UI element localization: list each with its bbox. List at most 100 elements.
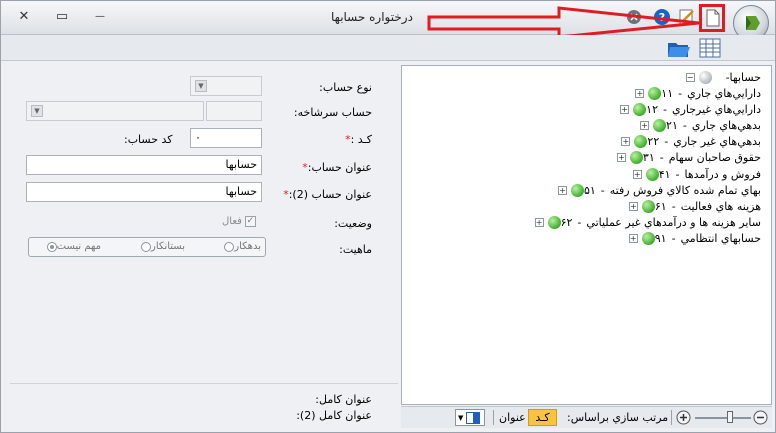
tree-item-separator: - (577, 216, 582, 230)
checkmark-icon: ✓ (244, 216, 256, 227)
expand-icon[interactable]: + (628, 201, 638, 211)
grid-view-icon[interactable] (699, 38, 721, 58)
accounts-tree: − - حسابها +۱۱- دارايي‌هاي جاري +۱۲- دارايي… (401, 65, 772, 405)
tree-item[interactable]: +۴۱- فروش و درآمدها (630, 166, 761, 182)
tree-item-code: ۶۲ (560, 216, 573, 230)
tree-toolbar (1, 35, 775, 61)
account-type-label: نوع حساب: (319, 81, 372, 94)
tree-item-separator: - (678, 86, 683, 100)
maximize-button[interactable]: ▭ (53, 9, 71, 25)
title-label-text: عنوان حساب: (307, 161, 372, 174)
account-node-icon (648, 86, 662, 100)
account-type-select[interactable]: ▼ (190, 76, 262, 96)
code-input[interactable]: ۰ (190, 128, 262, 148)
annotation-arrow (427, 6, 700, 39)
expand-icon[interactable]: + (557, 185, 567, 195)
expand-icon[interactable]: + (621, 137, 631, 147)
tree-item-label: حقوق صاحبان سهام (668, 151, 761, 165)
tree-root-label: حسابها (729, 70, 761, 84)
tree-root-prefix: - (725, 70, 730, 84)
account-title2-input[interactable]: حسابها (26, 182, 262, 202)
radio-circle (224, 241, 235, 252)
tree-item-separator: - (662, 102, 667, 116)
divider (10, 383, 398, 384)
account-node-icon (570, 183, 584, 197)
tree-item[interactable]: +۱۲- دارايي‌هاي غيرجاري (617, 101, 761, 117)
radio-circle (141, 241, 152, 252)
parent-account-code[interactable] (206, 101, 262, 121)
divider (493, 410, 494, 425)
expand-icon[interactable]: + (635, 88, 645, 98)
window-title: درختواره حسابها (331, 10, 413, 24)
tree-item[interactable]: +۳۱- حقوق صاحبان سهام (614, 150, 761, 166)
account-node-icon (629, 151, 643, 165)
tree-item-label: هزينه هاي فعاليت (680, 199, 761, 213)
zoom-in-icon[interactable] (676, 410, 691, 425)
parent-account-label: حساب سرشاخه: (293, 106, 372, 119)
tree-item-code: ۳۱ (642, 151, 655, 165)
tree-item[interactable]: +۱۱- دارايي‌هاي جاري (632, 85, 761, 101)
account-node-icon (641, 199, 655, 213)
account-title-input[interactable]: حسابها (26, 155, 262, 175)
tree-item-separator: - (675, 167, 680, 181)
radio-credit[interactable]: بستانکار (139, 241, 185, 252)
sort-by-code-button[interactable]: کـد (528, 409, 557, 426)
radio-debit[interactable]: بدهکار (222, 241, 261, 252)
divider (671, 410, 672, 425)
expand-icon[interactable]: + (632, 169, 642, 179)
zoom-slider-track[interactable] (695, 417, 751, 419)
tree-item-label: بدهي‌هاي جاري (691, 118, 761, 132)
tree-item-separator: - (671, 199, 676, 213)
folder-icon[interactable] (666, 37, 692, 59)
zoom-slider-thumb[interactable] (727, 411, 733, 423)
title-label: عنوان حساب:* (299, 161, 372, 174)
tree-item-code: ۹۱ (654, 232, 667, 246)
tree-item[interactable]: +۲۲- بدهي‌هاي غير جاري (618, 134, 761, 150)
root-node-icon (698, 70, 712, 84)
tree-item-label: بدهي‌هاي غير جاري (673, 135, 761, 149)
tree-item-label: فروش و درآمدها (684, 167, 761, 181)
code-label: کـد :* (342, 133, 372, 146)
expand-icon[interactable]: + (620, 104, 630, 114)
tree-item[interactable]: +۹۱- حسابهاي انتظامي (626, 231, 761, 247)
tree-item-label: دارايي‌هاي جاري (687, 86, 761, 100)
tree-item-label: دارايي‌هاي غيرجاري (671, 102, 761, 116)
minimize-button[interactable]: — (91, 9, 109, 25)
tree-item-separator: - (600, 183, 605, 197)
account-details-form: نوع حساب: ▼ حساب سرشاخه: ▼ کـد :* ۰ کد ح… (4, 65, 398, 429)
view-mode-dropdown[interactable]: ▼ (455, 409, 485, 426)
account-node-icon (547, 216, 561, 230)
active-checkbox[interactable]: ✓ فعال (222, 216, 256, 227)
account-node-icon (641, 232, 655, 246)
tree-item-code: ۱۱ (661, 86, 674, 100)
tree-item-code: ۴۱ (658, 167, 671, 181)
status-label: وضعيت: (334, 217, 372, 230)
collapse-icon[interactable]: − (685, 72, 695, 82)
expand-icon[interactable]: + (628, 234, 638, 244)
sort-label: مرتب سازي براساس: (567, 411, 669, 424)
tree-item[interactable]: +۵۱- بهاي تمام شده کالاي فروش رفته (555, 182, 761, 198)
account-node-icon (645, 167, 659, 181)
radio-debit-label: بدهکار (234, 241, 261, 252)
tree-root[interactable]: − - حسابها (683, 69, 761, 85)
full-title-label: عنوان کامل: (315, 393, 372, 406)
expand-icon[interactable]: + (640, 120, 650, 130)
tree-item[interactable]: +۶۱- هزينه هاي فعاليت (626, 198, 761, 214)
close-button[interactable]: ✕ (15, 9, 33, 25)
tree-item[interactable]: +۲۱- بدهي‌هاي جاري (637, 117, 761, 133)
tree-item-separator: - (659, 151, 664, 165)
zoom-out-icon[interactable] (753, 410, 768, 425)
tree-item[interactable]: +۶۲- ساير هزينه ها و درآمدهاي غير عملياتي (532, 215, 761, 231)
account-node-icon (634, 135, 648, 149)
sort-by-title-button[interactable]: عنوان (499, 411, 526, 424)
chevron-down-icon: ▼ (458, 413, 464, 422)
radio-circle-selected (46, 241, 57, 252)
account-node-icon (633, 102, 647, 116)
code-label-text: کـد : (350, 133, 372, 146)
expand-icon[interactable]: + (616, 153, 626, 163)
active-label: فعال (222, 216, 242, 227)
expand-icon[interactable]: + (534, 218, 544, 228)
panel-layout-icon (466, 411, 481, 424)
parent-account-select[interactable]: ▼ (26, 101, 204, 121)
radio-none[interactable]: مهم نيست (45, 241, 101, 252)
